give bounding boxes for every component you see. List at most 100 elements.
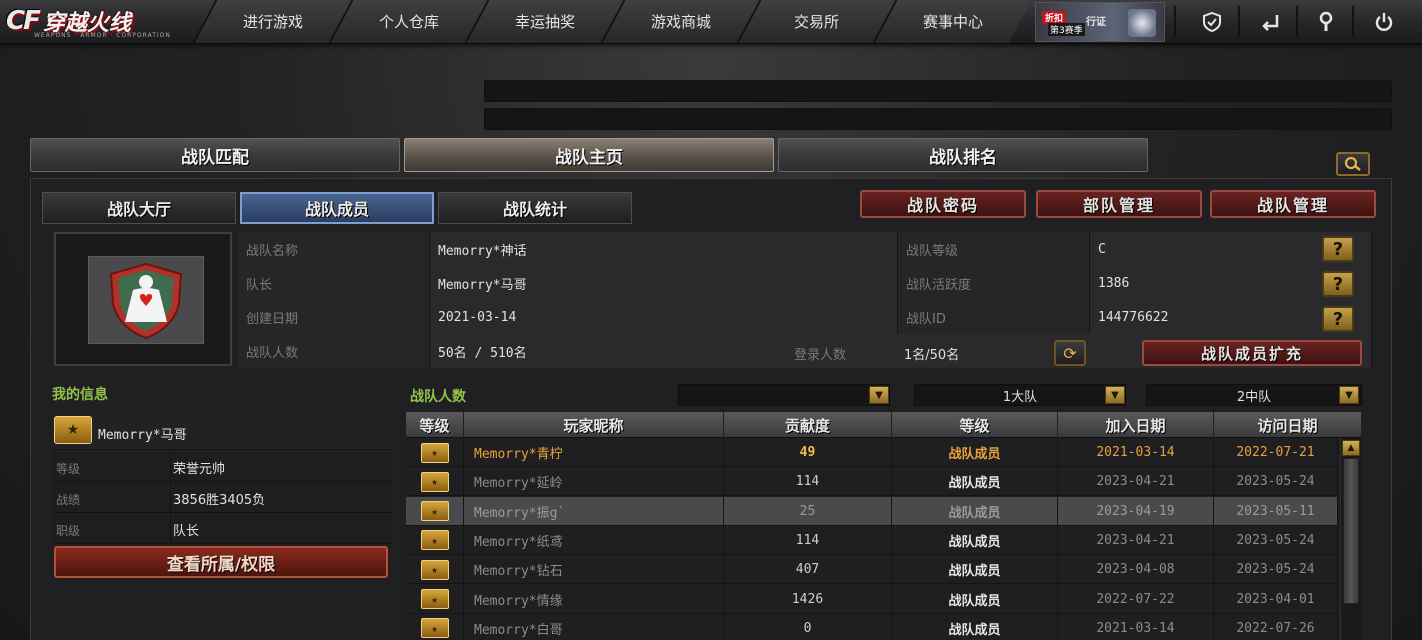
table-row[interactable]: ★ Memorry*延岭 114 战队成员 2023-04-21 2023-05-24 [406,467,1338,497]
nav-label: 进行游戏 [242,13,303,31]
nav-label: 赛事中心 [922,13,983,31]
member-role: 战队成员 [892,584,1058,614]
divider [1296,6,1298,38]
tab-clan-hall[interactable]: 战队大厅 [42,192,236,224]
wrench-icon[interactable] [1312,8,1340,36]
shield-icon[interactable] [1198,8,1226,36]
col-rank[interactable]: 等级 [406,412,464,438]
nav-inventory[interactable]: 个人仓库 [328,0,488,43]
tab-clan-match[interactable]: 战队匹配 [30,138,400,172]
chevron-down-icon[interactable]: ▼ [1339,386,1359,404]
table-row[interactable]: ★ Memorry*白哥 0 战队成员 2021-03-14 2022-07-26 [406,613,1338,640]
leader-value: Memorry*马哥 [430,266,898,300]
table-row[interactable]: ★ Memorry*钻石 407 战队成员 2023-04-08 2023-05-24 [406,555,1338,585]
member-nickname: Memorry*情缘 [464,584,724,614]
col-join-date[interactable]: 加入日期 [1058,412,1214,438]
member-contribution: 114 [724,525,892,555]
clan-level-label: 战队等级 [898,232,1090,266]
filter-dropdown[interactable] [678,384,890,406]
view-permissions-button[interactable]: 查看所属/权限 [54,546,388,578]
member-rank-cell: ★ [406,496,464,526]
nav-label: 个人仓库 [378,13,439,31]
notice-banner [484,108,1392,130]
promo-badge-icon [1128,9,1156,37]
help-button[interactable]: ? [1322,271,1354,297]
nav-events[interactable]: 赛事中心 [872,0,1032,43]
squad-dropdown[interactable]: 1大队 [914,384,1126,406]
tab-clan-ranking[interactable]: 战队排名 [778,138,1148,172]
member-rank-cell: ★ [406,555,464,585]
member-role: 战队成员 [892,496,1058,526]
member-rank-cell: ★ [406,584,464,614]
team-dropdown[interactable]: 2中队 [1146,384,1362,406]
col-role[interactable]: 等级 [892,412,1058,438]
exit-icon[interactable] [1256,8,1284,36]
nav-label: 游戏商城 [650,13,711,31]
login-count-label: 登录人数 [794,348,847,363]
scrollbar-thumb[interactable] [1343,458,1359,604]
member-contribution: 1426 [724,584,892,614]
member-role: 战队成员 [892,525,1058,555]
clan-password-button[interactable]: 战队密码 [860,190,1026,218]
col-visit-date[interactable]: 访问日期 [1214,412,1362,438]
member-join-date: 2021-03-14 [1058,613,1214,640]
member-join-date: 2022-07-22 [1058,584,1214,614]
member-join-date: 2023-04-21 [1058,467,1214,497]
table-row[interactable]: ★ Memorry*振g` 25 战队成员 2023-04-19 2023-05-11 [406,496,1338,526]
nav-exchange[interactable]: 交易所 [736,0,896,43]
nav-play[interactable]: 进行游戏 [192,0,352,43]
login-count-value: 1名/50名 [904,348,960,363]
game-logo[interactable]: CF 穿越火线 WEAPONS · ARMOR · CORPORATION [6,2,196,40]
table-row[interactable]: ★ Memorry*情缘 1426 战队成员 2022-07-22 2023-04-01 [406,584,1338,614]
col-contribution[interactable]: 贡献度 [724,412,892,438]
table-row[interactable]: ★ Memorry*纸鸢 114 战队成员 2023-04-21 2023-05-24 [406,525,1338,555]
clan-emblem-frame [54,232,232,366]
help-button[interactable]: ? [1322,236,1354,262]
member-rank-cell: ★ [406,438,464,467]
rank-badge-icon: ★ [420,471,449,492]
tab-clan-stats[interactable]: 战队统计 [438,192,632,224]
top-nav-bar: CF 穿越火线 WEAPONS · ARMOR · CORPORATION 进行… [0,0,1422,44]
my-info-row: 战绩 3856胜3405负 [52,483,392,513]
chevron-down-icon[interactable]: ▼ [869,386,889,404]
clan-emblem[interactable] [88,256,204,344]
member-nickname: Memorry*白哥 [464,613,724,640]
col-nickname[interactable]: 玩家昵称 [464,412,724,438]
nav-lottery[interactable]: 幸运抽奖 [464,0,624,43]
my-info-name-row: ★ Memorry*马哥 [52,412,392,450]
search-button[interactable] [1336,152,1370,176]
rank-badge-icon: ★ [420,589,449,609]
nav-store[interactable]: 游戏商城 [600,0,760,43]
member-contribution: 49 [724,438,892,467]
tab-clan-members[interactable]: 战队成员 [240,192,434,224]
power-icon[interactable] [1370,8,1398,36]
season-pass-promo[interactable]: 折扣 行证 第3赛季 [1035,2,1165,42]
position-label: 职级 [56,524,81,538]
squad-management-button[interactable]: 部队管理 [1036,190,1202,218]
member-visit-date: 2023-05-11 [1214,496,1338,526]
clan-management-button[interactable]: 战队管理 [1210,190,1376,218]
tab-clan-home[interactable]: 战队主页 [404,138,774,172]
my-info-row: 职级 队长 [52,514,392,544]
table-row[interactable]: ★ Memorry*青柠 49 战队成员 2021-03-14 2022-07-21 [406,438,1338,467]
clan-name-value: Memorry*神话 [430,232,898,266]
member-nickname: Memorry*振g` [464,496,724,526]
help-button[interactable]: ? [1322,306,1354,332]
chevron-down-icon[interactable]: ▼ [1105,386,1125,404]
my-info-row: 等级 荣誉元帅 [52,452,392,482]
expand-members-button[interactable]: 战队成员扩充 [1142,340,1362,366]
member-nickname: Memorry*延岭 [464,467,724,497]
rank-badge-icon: ★ [420,559,449,580]
member-visit-date: 2022-07-21 [1214,438,1338,467]
member-nickname: Memorry*钻石 [464,555,724,585]
rank-badge-icon: ★ [420,530,449,551]
rank-value: 荣誉元帅 [170,452,392,482]
divider [1238,6,1240,38]
clan-id-label: 战队ID [898,300,1090,334]
refresh-button[interactable]: ⟳ [1054,340,1086,366]
clan-name-label: 战队名称 [238,232,430,266]
member-visit-date: 2023-04-01 [1214,584,1338,614]
my-info-title: 我的信息 [52,387,108,403]
divider [1174,6,1176,38]
scroll-up-icon[interactable]: ▲ [1342,440,1360,456]
